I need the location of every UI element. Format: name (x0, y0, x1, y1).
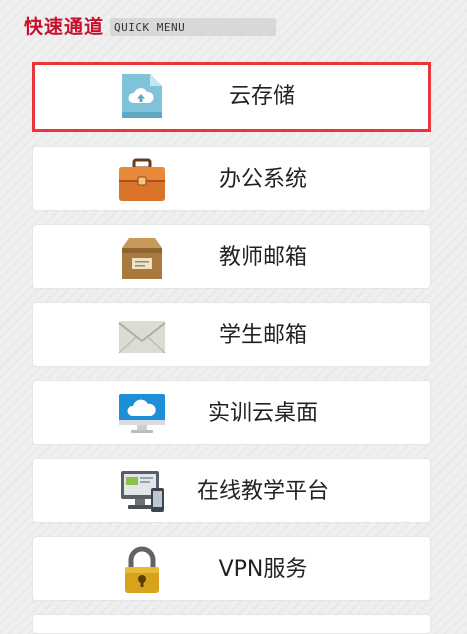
cardboard-box-icon (117, 234, 167, 282)
menu-item-label: VPN服务 (218, 557, 308, 582)
quick-menu-header: 快速通道 QUICK MENU (24, 12, 277, 42)
menu-item-partial[interactable] (32, 614, 431, 634)
menu-item-online-teaching[interactable]: 在线教学平台 (32, 458, 431, 523)
menu-item-label: 办公系统 (218, 167, 307, 192)
menu-item-label: 学生邮箱 (218, 323, 307, 348)
menu-item-label: 云存储 (228, 84, 295, 109)
menu-item-vpn-service[interactable]: VPN服务 (32, 536, 431, 601)
cloud-upload-file-icon (116, 72, 166, 120)
menu-item-cloud-storage[interactable]: 云存储 (32, 62, 431, 132)
cloud-monitor-icon (117, 390, 167, 438)
menu-item-label: 教师邮箱 (218, 245, 307, 270)
envelope-icon (117, 312, 167, 360)
section-title: 快速通道 (24, 16, 105, 38)
menu-item-label: 实训云桌面 (207, 401, 318, 426)
computer-devices-icon (117, 468, 167, 516)
menu-item-cloud-desktop[interactable]: 实训云桌面 (32, 380, 431, 445)
padlock-icon (117, 546, 167, 594)
menu-item-teacher-mailbox[interactable]: 教师邮箱 (32, 224, 431, 289)
section-subtitle: QUICK MENU (114, 20, 186, 34)
subtitle-bar: QUICK MENU (110, 18, 277, 36)
menu-item-office-system[interactable]: 办公系统 (32, 146, 431, 211)
menu-item-student-mailbox[interactable]: 学生邮箱 (32, 302, 431, 367)
menu-item-label: 在线教学平台 (196, 479, 329, 504)
briefcase-icon (117, 156, 167, 204)
